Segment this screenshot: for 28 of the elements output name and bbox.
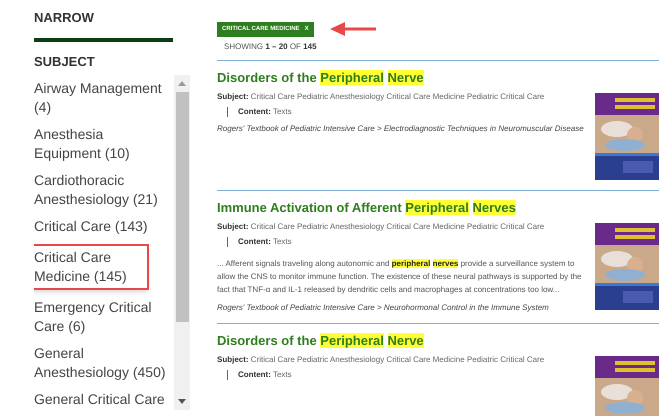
subject-filter[interactable]: General Anesthesiology (450) [34, 344, 166, 382]
subject-line: Subject: Critical Care Pediatric Anesthesiology Critical Care Medicine Pediatric Critical Care [217, 92, 544, 102]
subject-filter[interactable]: Anesthesia Equipment (10) [34, 125, 166, 163]
content-line: Content: Texts [238, 107, 292, 117]
book-path: Rogers' Textbook of Pediatric Intensive Care > Electrodiagnostic Techniques in Neuromuscular Disease [217, 123, 585, 134]
subject-filter[interactable]: General Critical Care [34, 390, 165, 409]
arrow-icon [330, 21, 378, 37]
result-title[interactable]: Disorders of the Peripheral Nerve [217, 333, 424, 348]
section-heading: SUBJECT [34, 52, 95, 70]
subject-filter[interactable]: Critical Care (143) [34, 217, 148, 236]
sidebar-heading: NARROW [34, 9, 94, 27]
result-title[interactable]: Disorders of the Peripheral Nerve [217, 70, 424, 85]
subject-filter[interactable]: Emergency Critical Care (6) [34, 298, 166, 336]
scroll-up-icon[interactable] [178, 81, 186, 86]
result-title[interactable]: Immune Activation of Afferent Peripheral Nerves [217, 200, 516, 215]
content-line: Content: Texts [238, 237, 292, 247]
subject-line: Subject: Critical Care Pediatric Anesthesiology Critical Care Medicine Pediatric Critical Care [217, 355, 544, 365]
subject-filter[interactable]: Critical Care Medicine (145) [34, 248, 144, 286]
scroll-down-icon[interactable] [178, 399, 186, 404]
result-snippet: ... Afferent signals traveling along autonomic and peripheral nerves provide a surveillance system to allow the CNS to monitor immune function. The existence of these neural pathways is supported by the fact that TNF-α and IL-1 released by dendritic cells and macrophages at concentrations too low... [217, 258, 582, 296]
book-path: Rogers' Textbook of Pediatric Intensive Care > Neurohormonal Control in the Immune System [217, 302, 550, 313]
results-count: SHOWING 1 – 20 OF 145 [224, 41, 317, 53]
content-line: Content: Texts [238, 370, 292, 380]
subject-filter[interactable]: Cardiothoracic Anesthesiology (21) [34, 171, 166, 209]
subject-filter[interactable]: Airway Management (4) [34, 79, 166, 117]
subject-line: Subject: Critical Care Pediatric Anesthesiology Critical Care Medicine Pediatric Critical Care [217, 222, 544, 232]
scroll-thumb[interactable] [176, 92, 189, 322]
scrollbar[interactable] [174, 75, 190, 410]
